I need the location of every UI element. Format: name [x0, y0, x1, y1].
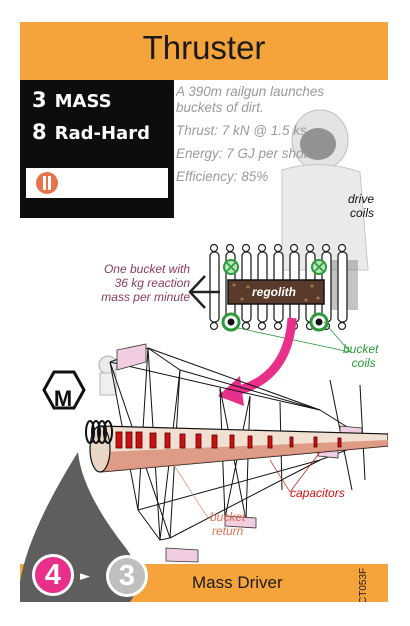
radhard-stat: 8 Rad-Hard [32, 120, 150, 144]
mass-stat: 3 MASS [32, 88, 112, 112]
card-title: Thruster [142, 29, 266, 66]
description: A 390m railgun launches buckets of dirt.… [176, 84, 386, 185]
bucket-return-line-1: bucket [210, 510, 246, 524]
bucket-coils-label: bucket coils [343, 342, 378, 370]
reaction-mass-label: One bucket with 36 kg reaction mass per … [78, 262, 190, 304]
drive-coils-line-2: coils [350, 206, 375, 220]
bucket-coils-line-2: coils [351, 356, 376, 370]
card[interactable]: Thruster 3 MASS 8 Rad-Hard A 390m railgun … [20, 22, 388, 602]
bucket-return-line-2: return [212, 524, 244, 538]
bucket-coils-line-1: bucket [343, 342, 379, 356]
mass-label: MASS [54, 91, 112, 112]
card-code: CT053F [358, 567, 369, 602]
pause-circle-icon [36, 172, 58, 194]
m-badge-letter: M [53, 386, 73, 411]
desc-energy: Energy: 7 GJ per shot [176, 146, 308, 161]
mass-value: 3 [32, 88, 47, 112]
desc-thrust: Thrust: 7 kN @ 1.5 ks [176, 123, 307, 138]
desc-line-1: A 390m railgun launches [176, 84, 325, 99]
desc-line-2: buckets of dirt. [176, 100, 264, 115]
flow-arrowhead [218, 376, 244, 406]
header-bar: Thruster [20, 22, 388, 80]
regolith-label: regolith [252, 285, 296, 299]
drive-coils-label: drive [348, 192, 374, 206]
drive-coils-line-1: drive [348, 192, 375, 206]
stats-panel: 3 MASS 8 Rad-Hard [20, 80, 174, 218]
radhard-value: 8 [32, 120, 47, 144]
reaction-line-3: mass per minute [101, 290, 190, 304]
capacitors-label: capacitors [290, 486, 345, 500]
hazard-box [26, 168, 168, 198]
cost-output-badge: 3 [106, 555, 148, 597]
radhard-label: Rad-Hard [54, 123, 150, 144]
card-name: Mass Driver [192, 573, 283, 592]
reaction-line-1: One bucket with [103, 262, 190, 276]
desc-efficiency: Efficiency: 85% [176, 169, 269, 184]
cost-input-badge: 4 [32, 554, 74, 596]
arrow-right-icon: ► [80, 569, 90, 584]
bucket-return-label: bucket return [210, 510, 245, 538]
reaction-line-2: 36 kg reaction [114, 276, 190, 290]
